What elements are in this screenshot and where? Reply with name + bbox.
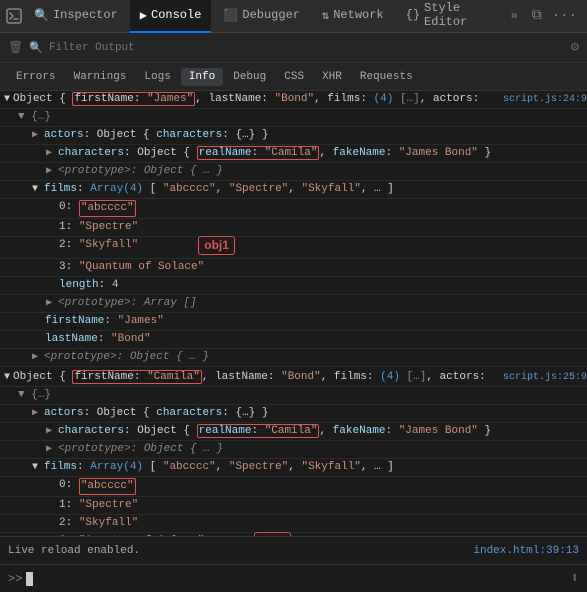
filterbar: 🗑 🔍 ⚙ [0,33,587,63]
statusbar: Live reload enabled. index.html:39:13 [0,536,587,564]
obj2-actors-text: actors: Object { characters: {…} } [44,406,268,421]
obj2-films-row[interactable]: ▼ films: Array(4) [ "abcccc", "Spectre",… [0,459,587,477]
obj2-item2: 2: "Skyfall" [0,515,587,533]
obj2-header-text: Object { firstName: "Camila", lastName: … [13,370,499,385]
obj1-proto-array[interactable]: ▶ <prototype>: Array [] [0,295,587,313]
obj1-chars-text: characters: Object { realName: "Camila",… [58,146,491,161]
obj1-source[interactable]: script.js:24:9 [503,92,587,107]
debugger-icon: ⬛ [223,8,238,23]
status-text: Live reload enabled. [8,545,140,557]
obj2-collapse-line: ▼ {…} [0,387,587,405]
obj1-collapse-line: ▼ {…} [0,109,587,127]
obj2-chars-row[interactable]: ▶ characters: Object { realName: "Camila… [0,423,587,441]
obj2-item0: 0: "abcccc" [0,477,587,497]
obj2-films-arrow[interactable]: ▼ [32,460,42,475]
obj1-collapse-arrow[interactable]: ▼ [4,92,10,107]
obj1-proto-obj-arrow[interactable]: ▶ [32,350,42,365]
obj2-films-text: films: Array(4) [ "abcccc", "Spectre", "… [44,460,394,475]
tab-xhr[interactable]: XHR [314,68,350,86]
obj1-item3: 3: "Quantum of Solace" [0,259,587,277]
obj2-chars-arrow[interactable]: ▶ [46,424,56,439]
obj1-proto-obj[interactable]: ▶ <prototype>: Object { … } [0,349,587,367]
obj2-actors-arrow[interactable]: ▶ [32,406,42,421]
obj1-films-text: films: Array(4) [ "abcccc", "Spectre", "… [44,182,394,197]
status-source[interactable]: index.html:39:13 [473,545,579,557]
obj1-item2: 2: "Skyfall" obj1 [0,237,587,259]
tab-requests[interactable]: Requests [352,68,421,86]
obj2-proto-actors-arrow[interactable]: ▶ [46,442,56,457]
filter-input[interactable] [49,42,565,54]
obj1-films-row[interactable]: ▼ films: Array(4) [ "abcccc", "Spectre",… [0,181,587,199]
obj1-firstname: firstName: "James" [0,313,587,331]
obj1-proto-obj-text: <prototype>: Object { … } [44,350,209,365]
titlebar: 🔍 Inspector ▶ Console ⬛ Debugger ⇅ Netwo… [0,0,587,33]
obj1-length: length: 4 [0,277,587,295]
tab-css[interactable]: CSS [276,68,312,86]
input-cursor [26,572,33,586]
obj1-actors-row[interactable]: ▶ actors: Object { characters: {…} } [0,127,587,145]
tab-network[interactable]: ⇅ Network [312,0,394,33]
obj1-item0-key: 0 [59,200,66,215]
console-icon: ▶ [140,8,147,23]
obj1-header-text: Object { firstName: "James", lastName: "… [13,92,499,107]
obj1-lastname: lastName: "Bond" [0,331,587,349]
style-editor-icon: {} [406,8,420,22]
obj2-item3: 3: "Quantum of Solace" obj2 [0,533,587,536]
network-icon: ⇅ [322,8,329,23]
window-button[interactable]: ⧉ [528,6,546,26]
tab-style-editor[interactable]: {} Style Editor [396,0,503,33]
obj1-chars-arrow[interactable]: ▶ [46,146,56,161]
obj1-proto-actors[interactable]: ▶ <prototype>: Object { … } [0,163,587,181]
obj1-proto-array-text: <prototype>: Array [] [58,296,197,311]
tab-inspector[interactable]: 🔍 Inspector [24,0,128,33]
filter-icon: 🗑 [8,40,23,55]
obj1-chars-row[interactable]: ▶ characters: Object { realName: "Camila… [0,145,587,163]
tab-warnings[interactable]: Warnings [66,68,135,86]
tab-debug[interactable]: Debug [225,68,274,86]
obj2-proto-actors-text: <prototype>: Object { … } [58,442,223,457]
obj1-section: ▼ Object { firstName: "James", lastName:… [0,91,587,367]
ellipsis-button[interactable]: ··· [548,6,581,26]
obj2-proto-actors[interactable]: ▶ <prototype>: Object { … } [0,441,587,459]
obj2-header-row[interactable]: ▼ Object { firstName: "Camila", lastName… [0,369,587,387]
input-prompt-icon: >> [8,572,22,586]
tab-errors[interactable]: Errors [8,68,64,86]
console-output: ▼ Object { firstName: "James", lastName:… [0,91,587,536]
obj2-chars-text: characters: Object { realName: "Camila",… [58,424,491,439]
obj1-header-row[interactable]: ▼ Object { firstName: "James", lastName:… [0,91,587,109]
obj2-collapse-arrow[interactable]: ▼ [4,370,10,385]
settings-icon[interactable]: ⚙ [571,39,579,56]
go-to-top-button[interactable]: ⬆ [571,570,579,587]
tab-logs[interactable]: Logs [136,68,178,86]
level-tabs: Errors Warnings Logs Info Debug CSS XHR … [0,63,587,91]
tab-debugger[interactable]: ⬛ Debugger [213,0,310,33]
obj1-proto-actors-arrow[interactable]: ▶ [46,164,56,179]
obj2-source[interactable]: script.js:25:9 [503,370,587,385]
tab-info[interactable]: Info [181,68,223,86]
obj1-proto-array-arrow[interactable]: ▶ [46,296,56,311]
obj1-actors-arrow[interactable]: ▶ [32,128,42,143]
inputbar: >> ⬆ [0,564,587,592]
devtools-icon [6,7,22,25]
obj1-films-arrow[interactable]: ▼ [32,182,42,197]
search-icon: 🔍 [29,41,43,55]
obj2-actors-row[interactable]: ▶ actors: Object { characters: {…} } [0,405,587,423]
obj1-actors-text: actors: Object { characters: {…} } [44,128,268,143]
tab-console[interactable]: ▶ Console [130,0,212,33]
obj2-item1: 1: "Spectre" [0,497,587,515]
obj2-section: ▼ Object { firstName: "Camila", lastName… [0,369,587,536]
obj1-item0: 0: "abcccc" [0,199,587,219]
obj1-proto-actors-text: <prototype>: Object { … } [58,164,223,179]
inspector-icon: 🔍 [34,8,49,23]
obj1-item1: 1: "Spectre" [0,219,587,237]
more-tabs-button[interactable]: » [505,5,524,27]
